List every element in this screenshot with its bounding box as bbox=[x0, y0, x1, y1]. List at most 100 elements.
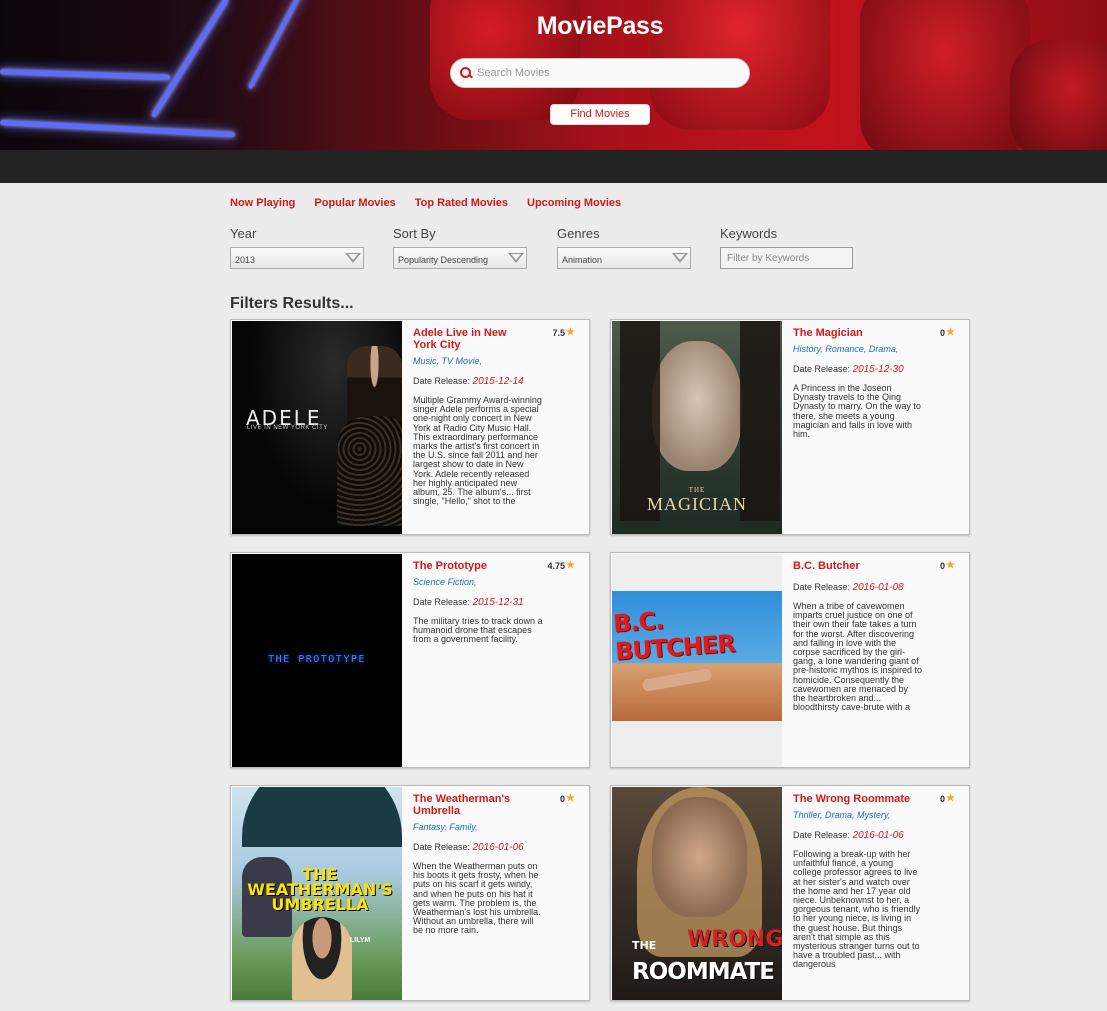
poster-title-small: THE bbox=[632, 939, 657, 952]
star-icon: ★ bbox=[566, 327, 575, 338]
poster-title-text: THE MAGICIAN bbox=[612, 486, 782, 515]
movie-release: Date Release: 2015-12-30 bbox=[793, 364, 963, 375]
year-select[interactable]: 2013 bbox=[230, 247, 364, 269]
sort-by-filter: Sort By Popularity Descending bbox=[393, 226, 527, 269]
movie-title[interactable]: The Magician bbox=[793, 327, 913, 339]
search-input[interactable] bbox=[477, 67, 737, 79]
movie-info: The Wrong Roommate 0 ★ Thriller, Drama, M… bbox=[793, 793, 963, 970]
umbrella-icon bbox=[242, 787, 402, 847]
movie-genres: Music, TV Movie, bbox=[413, 356, 483, 366]
year-label: Year bbox=[230, 226, 257, 241]
year-filter: Year 2013 bbox=[230, 226, 364, 269]
movie-release: Date Release: 2016-01-06 bbox=[793, 830, 963, 841]
movie-card[interactable]: THE WRONG ROOMMATE The Wrong Roommate 0 ★… bbox=[610, 785, 970, 1001]
poster-title-main: WEATHERMAN'S UMBRELLA bbox=[247, 880, 393, 914]
movie-overview: When the Weatherman puts on his boots it… bbox=[413, 862, 541, 936]
star-icon: ★ bbox=[946, 793, 955, 804]
sort-by-label: Sort By bbox=[393, 226, 436, 241]
movie-rating: 0 ★ bbox=[940, 560, 955, 571]
movie-info: B.C. Butcher 0 ★ Date Release: 2016-01-08… bbox=[793, 560, 963, 712]
search-bar[interactable] bbox=[450, 58, 750, 88]
movie-poster[interactable]: THE WEATHERMAN'S UMBRELLA LILYM bbox=[232, 787, 402, 1000]
rating-value: 0 bbox=[940, 560, 946, 571]
movie-info: The Magician 0 ★ History, Romance, Drama,… bbox=[793, 327, 963, 439]
poster-figure bbox=[292, 917, 352, 1000]
poster-title-text: ROOMMATE bbox=[632, 959, 775, 985]
star-icon: ★ bbox=[566, 793, 575, 804]
sort-by-value: Popularity Descending bbox=[398, 255, 489, 265]
release-date: 2016-01-06 bbox=[472, 842, 524, 853]
genres-filter: Genres Animation bbox=[557, 226, 691, 269]
movie-card[interactable]: B.C. BUTCHER B.C. Butcher 0 ★ Date Releas… bbox=[610, 552, 970, 768]
movie-info: Adele Live in New York City 7.5 ★ Music, … bbox=[413, 327, 583, 506]
movie-poster[interactable]: THE PROTOTYPE bbox=[232, 554, 402, 767]
poster-subtitle-text: LIVE IN NEW YORK CITY bbox=[247, 425, 328, 431]
poster-title-text: THE WEATHERMAN'S UMBRELLA bbox=[240, 867, 400, 914]
release-label: Date Release: bbox=[413, 376, 471, 386]
movie-title[interactable]: B.C. Butcher bbox=[793, 560, 913, 572]
movie-release: Date Release: 2015-12-14 bbox=[413, 376, 583, 387]
chevron-down-icon bbox=[670, 250, 688, 266]
movie-release: Date Release: 2016-01-08 bbox=[793, 582, 963, 593]
genres-select[interactable]: Animation bbox=[557, 247, 691, 269]
movie-poster[interactable]: B.C. BUTCHER bbox=[612, 554, 782, 767]
star-icon: ★ bbox=[566, 560, 575, 571]
movie-overview: Following a break-up with her unfaithful… bbox=[793, 850, 921, 970]
movie-genres: Science Fiction, bbox=[413, 577, 477, 587]
poster-title-small: THE bbox=[688, 486, 706, 494]
release-label: Date Release: bbox=[793, 582, 851, 592]
rating-value: 0 bbox=[940, 327, 946, 338]
nav-top-rated-movies[interactable]: Top Rated Movies bbox=[415, 197, 508, 209]
rating-value: 0 bbox=[560, 793, 566, 804]
movie-card[interactable]: THE PROTOTYPE The Prototype 4.75 ★ Scienc… bbox=[230, 552, 590, 768]
release-date: 2016-01-08 bbox=[852, 582, 904, 593]
poster-title-text: WRONG bbox=[687, 927, 782, 952]
movie-title[interactable]: The Prototype bbox=[413, 560, 533, 572]
genres-label: Genres bbox=[557, 226, 600, 241]
poster-credit-text: LILYM bbox=[350, 937, 371, 944]
rating-value: 4.75 bbox=[547, 560, 566, 571]
movie-title[interactable]: The Weatherman's Umbrella bbox=[413, 793, 533, 817]
keywords-label: Keywords bbox=[720, 226, 778, 241]
movie-card[interactable]: ADELE LIVE IN NEW YORK CITY Adele Live i… bbox=[230, 319, 590, 535]
movie-info: The Prototype 4.75 ★ Science Fiction, Dat… bbox=[413, 560, 583, 645]
movie-poster[interactable]: THE WRONG ROOMMATE bbox=[612, 787, 782, 1000]
dark-band bbox=[0, 150, 1107, 183]
movie-rating: 0 ★ bbox=[560, 793, 575, 804]
movie-overview: The military tries to track down a human… bbox=[413, 617, 543, 645]
nav-now-playing[interactable]: Now Playing bbox=[230, 197, 295, 209]
movie-rating: 0 ★ bbox=[940, 327, 955, 338]
rating-value: 7.5 bbox=[552, 327, 566, 338]
star-icon: ★ bbox=[946, 327, 955, 338]
movie-genres: History, Romance, Drama, bbox=[793, 344, 899, 354]
movie-poster[interactable]: THE MAGICIAN bbox=[612, 321, 782, 534]
nav-upcoming-movies[interactable]: Upcoming Movies bbox=[527, 197, 621, 209]
movie-info: The Weatherman's Umbrella 0 ★ Fantasy, Fa… bbox=[413, 793, 583, 936]
movie-rating: 0 ★ bbox=[940, 793, 955, 804]
star-icon: ★ bbox=[946, 560, 955, 571]
movie-card[interactable]: THE MAGICIAN The Magician 0 ★ History, Rom… bbox=[610, 319, 970, 535]
movie-overview: A Princess in the Joseon Dynasty travels… bbox=[793, 384, 921, 440]
keywords-filter: Keywords bbox=[720, 226, 853, 269]
movie-rating: 7.5 ★ bbox=[553, 327, 575, 338]
find-movies-button[interactable]: Find Movies bbox=[550, 104, 650, 125]
release-date: 2015-12-31 bbox=[472, 597, 524, 608]
category-nav: Now Playing Popular Movies Top Rated Mov… bbox=[230, 197, 640, 209]
movie-title[interactable]: Adele Live in New York City bbox=[413, 327, 533, 351]
sort-by-select[interactable]: Popularity Descending bbox=[393, 247, 527, 269]
movie-genres: Fantasy, Family, bbox=[413, 822, 478, 832]
movie-overview: Multiple Grammy Award-winning singer Ade… bbox=[413, 396, 542, 507]
chevron-down-icon bbox=[506, 250, 524, 266]
keywords-input[interactable] bbox=[720, 247, 853, 269]
poster-face bbox=[652, 797, 747, 917]
movie-title[interactable]: The Wrong Roommate bbox=[793, 793, 913, 805]
poster-title-text: B.C. BUTCHER bbox=[612, 606, 736, 666]
movie-poster[interactable]: ADELE LIVE IN NEW YORK CITY bbox=[232, 321, 402, 534]
release-label: Date Release: bbox=[793, 830, 851, 840]
movie-release: Date Release: 2015-12-31 bbox=[413, 597, 583, 608]
nav-popular-movies[interactable]: Popular Movies bbox=[314, 197, 395, 209]
movie-card[interactable]: THE WEATHERMAN'S UMBRELLA LILYM The Weath… bbox=[230, 785, 590, 1001]
release-date: 2015-12-14 bbox=[472, 376, 524, 387]
release-date: 2016-01-06 bbox=[852, 830, 904, 841]
poster-title-main: MAGICIAN bbox=[647, 494, 747, 514]
